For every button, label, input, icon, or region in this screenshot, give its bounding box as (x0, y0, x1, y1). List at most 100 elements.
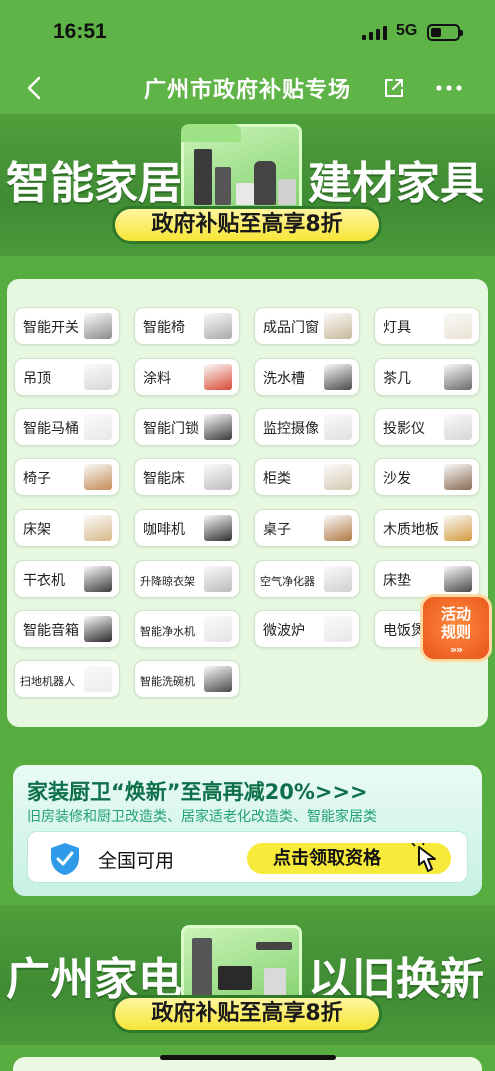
category-thumbnail (204, 364, 232, 390)
category-label: 涂料 (143, 371, 171, 387)
status-time: 16:51 (53, 20, 107, 43)
category-button[interactable]: 扫地机器人 (14, 660, 120, 698)
category-button[interactable]: 智能洗碗机 (134, 660, 240, 698)
page-title: 广州市政府补贴专场 (143, 78, 351, 103)
category-label: 吊顶 (23, 371, 51, 387)
activity-rules-button[interactable]: 活动 规则 »» (420, 594, 492, 662)
category-button[interactable]: 智能开关 (14, 307, 120, 345)
category-label: 扫地机器人 (20, 675, 75, 688)
category-label: 桌子 (263, 522, 291, 538)
signal-icon (362, 26, 388, 40)
category-label: 柜类 (263, 471, 291, 487)
home-indicator (160, 1055, 336, 1060)
category-button[interactable]: 木质地板 (374, 509, 480, 547)
category-label: 干衣机 (23, 573, 65, 589)
battery-icon (427, 24, 463, 41)
category-label: 木质地板 (383, 522, 439, 538)
category-button[interactable]: 茶几 (374, 358, 480, 396)
category-button[interactable]: 床架 (14, 509, 120, 547)
category-button[interactable]: 床垫 (374, 560, 480, 598)
category-button[interactable]: 智能马桶 (14, 408, 120, 446)
shield-check-icon (51, 843, 79, 875)
category-button[interactable]: 柜类 (254, 458, 360, 496)
category-thumbnail (84, 414, 112, 440)
status-bar: 16:51 5G (0, 0, 495, 64)
category-button[interactable]: 升降晾衣架 (134, 560, 240, 598)
category-thumbnail (84, 566, 112, 592)
category-button[interactable]: 空气净化器 (254, 560, 360, 598)
renovation-card[interactable]: 家装厨卫“焕新”至高再减20%>>> 旧房装修和厨卫改造类、居家适老化改造类、智… (13, 765, 482, 896)
category-label: 智能门锁 (143, 421, 199, 437)
category-label: 咖啡机 (143, 522, 185, 538)
category-thumbnail (84, 364, 112, 390)
category-thumbnail (444, 414, 472, 440)
category-thumbnail (324, 313, 352, 339)
category-label: 微波炉 (263, 623, 305, 639)
banner-right-text: 建材家具 (308, 158, 484, 209)
top-banner[interactable]: 智能家居 建材家具 政府补贴至高享8折 (0, 114, 495, 256)
category-button[interactable]: 智能净水机 (134, 610, 240, 648)
category-thumbnail (324, 616, 352, 642)
category-button[interactable]: 吊顶 (14, 358, 120, 396)
category-label: 智能音箱 (23, 623, 79, 639)
category-button[interactable]: 洗水槽 (254, 358, 360, 396)
category-thumbnail (204, 313, 232, 339)
category-label: 成品门窗 (263, 320, 319, 336)
category-thumbnail (204, 566, 232, 592)
category-button[interactable]: 微波炉 (254, 610, 360, 648)
category-thumbnail (324, 414, 352, 440)
category-thumbnail (444, 566, 472, 592)
renovation-title: 家装厨卫“焕新”至高再减20%>>> (27, 780, 368, 804)
category-button[interactable]: 涂料 (134, 358, 240, 396)
category-thumbnail (324, 515, 352, 541)
activity-rules-line2: 规则 (440, 623, 471, 641)
category-button[interactable]: 成品门窗 (254, 307, 360, 345)
category-button[interactable]: 桌子 (254, 509, 360, 547)
category-label: 灯具 (383, 320, 411, 336)
category-thumbnail (444, 515, 472, 541)
category-button[interactable]: 智能床 (134, 458, 240, 496)
category-label: 床垫 (383, 573, 411, 589)
category-label: 智能床 (143, 471, 185, 487)
network-label: 5G (396, 22, 418, 39)
category-button[interactable]: 投影仪 (374, 408, 480, 446)
category-button[interactable]: 智能椅 (134, 307, 240, 345)
category-button[interactable]: 咖啡机 (134, 509, 240, 547)
scope-label: 全国可用 (98, 850, 175, 872)
category-button[interactable]: 干衣机 (14, 560, 120, 598)
renovation-claim-row: 全国可用 点击领取资格 (27, 831, 468, 883)
category-button[interactable]: 灯具 (374, 307, 480, 345)
category-button[interactable]: 监控摄像 (254, 408, 360, 446)
category-label: 沙发 (383, 471, 411, 487)
category-thumbnail (444, 464, 472, 490)
category-label: 智能开关 (23, 320, 79, 336)
category-label: 椅子 (23, 471, 51, 487)
category-label: 洗水槽 (263, 371, 305, 387)
subsidy-pill-2: 政府补贴至高享8折 (112, 995, 382, 1033)
category-thumbnail (204, 414, 232, 440)
category-thumbnail (204, 515, 232, 541)
bottom-banner[interactable]: 广州家电 以旧换新 政府补贴至高享8折 (0, 905, 495, 1045)
hand-pointer-icon (411, 843, 436, 872)
category-button[interactable]: 智能音箱 (14, 610, 120, 648)
category-label: 投影仪 (383, 421, 425, 437)
category-thumbnail (84, 666, 112, 692)
more-icon[interactable] (435, 84, 463, 92)
category-thumbnail (204, 464, 232, 490)
category-label: 智能椅 (143, 320, 185, 336)
category-label: 电饭煲 (383, 623, 425, 639)
category-label: 监控摄像 (263, 421, 319, 437)
banner-left-text: 智能家居 (6, 158, 182, 209)
category-thumbnail (204, 666, 232, 692)
category-button[interactable]: 沙发 (374, 458, 480, 496)
category-label: 空气净化器 (260, 575, 315, 588)
category-label: 智能洗碗机 (140, 675, 195, 688)
chevron-right-icon: »» (449, 643, 463, 656)
category-button[interactable]: 椅子 (14, 458, 120, 496)
activity-rules-line1: 活动 (440, 605, 471, 623)
subsidy-pill: 政府补贴至高享8折 (112, 206, 382, 244)
category-button[interactable]: 智能门锁 (134, 408, 240, 446)
category-label: 智能净水机 (140, 625, 195, 638)
share-icon[interactable] (381, 75, 407, 101)
category-label: 智能马桶 (23, 421, 79, 437)
